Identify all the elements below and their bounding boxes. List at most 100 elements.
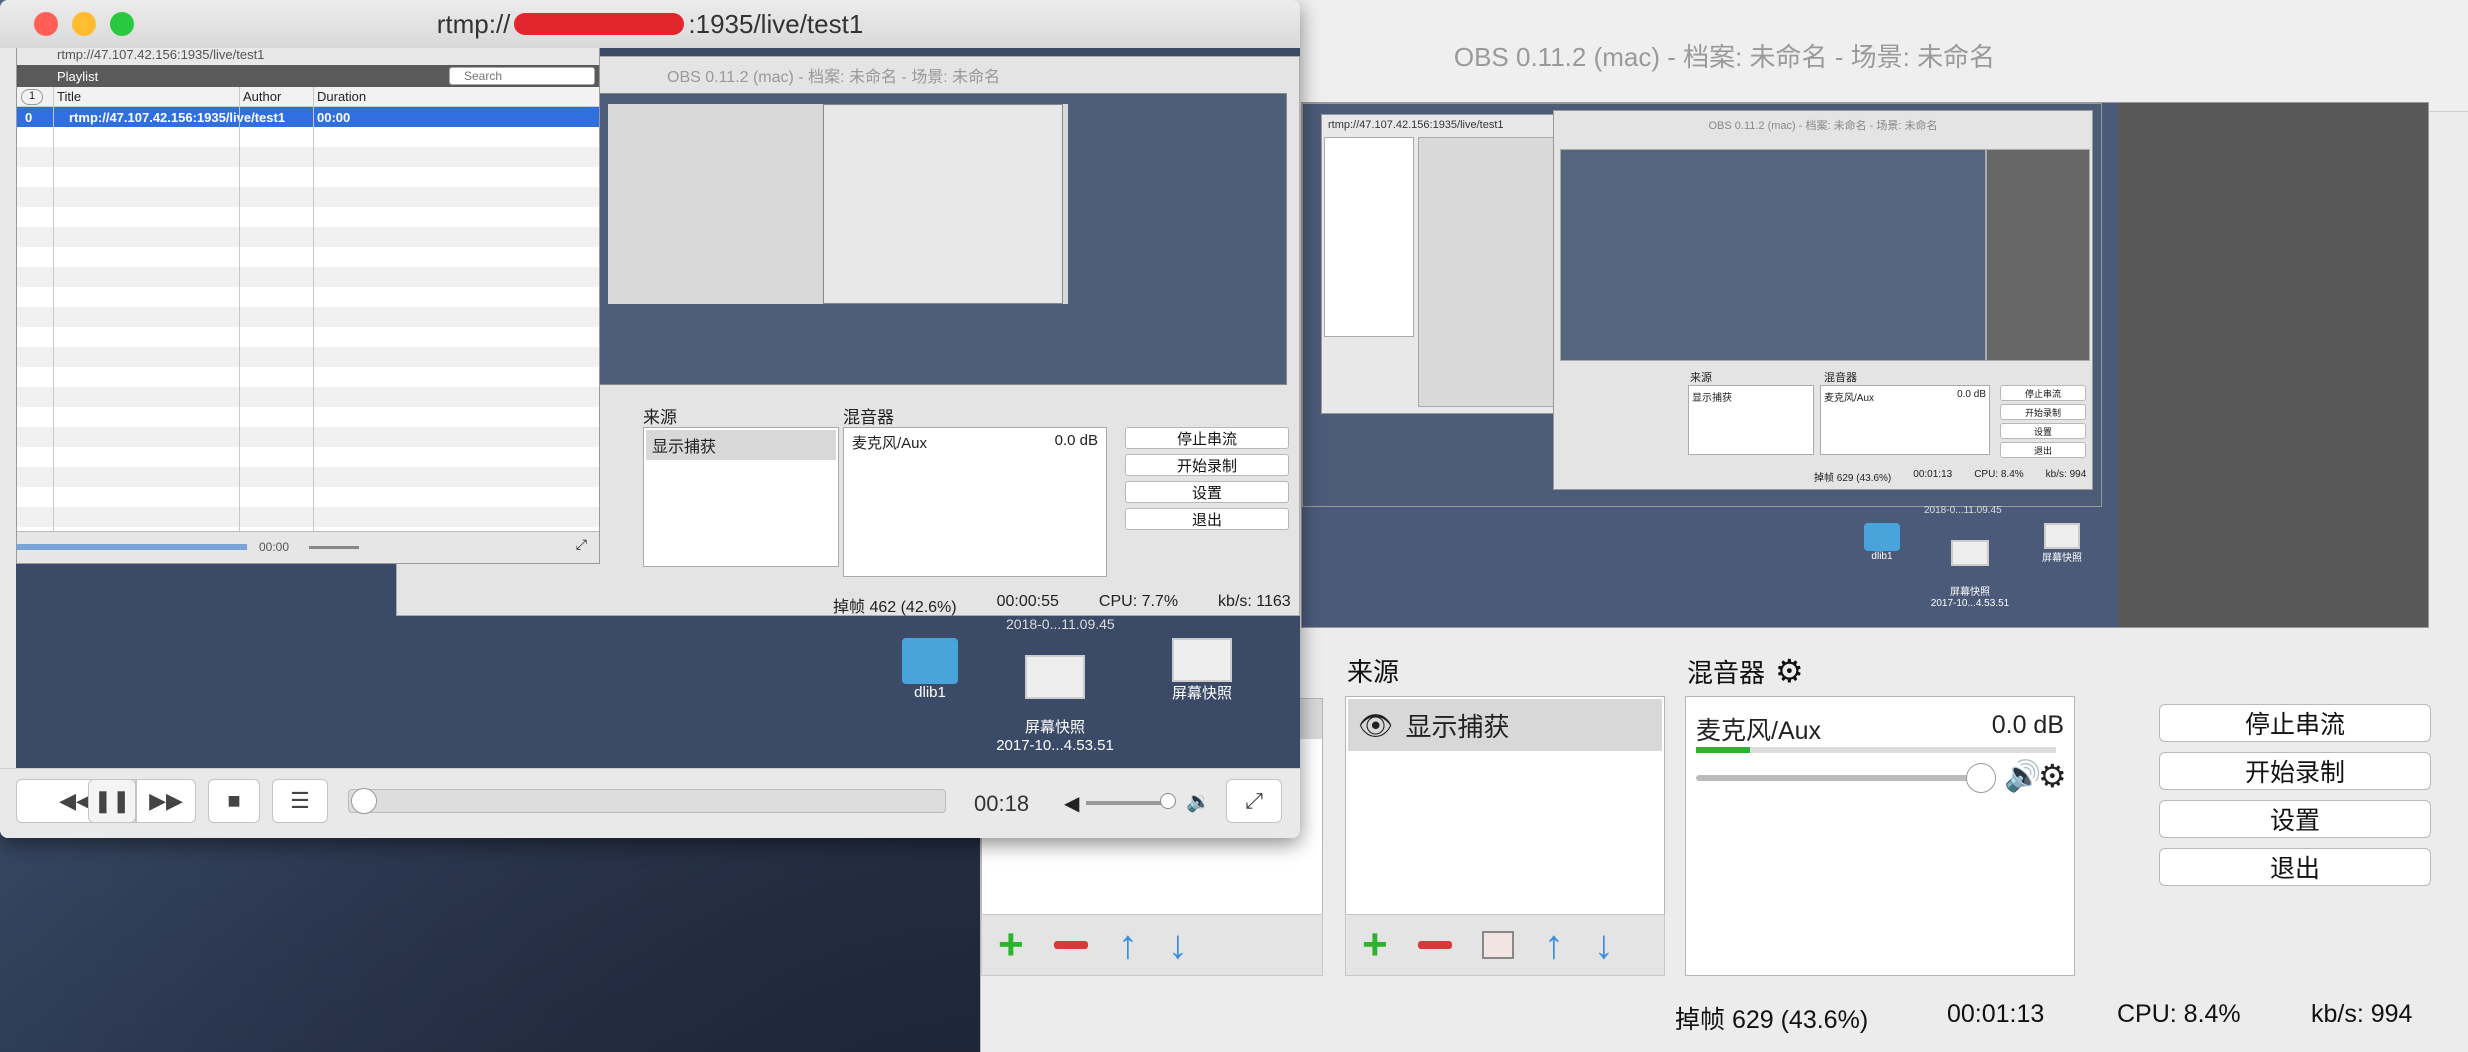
playlist-column-headers: 1 Title Author Duration [17,87,599,107]
playlist-row-duration: 00:00 [317,110,351,125]
remove-scene-icon[interactable] [1053,941,1088,949]
playlist-empty-rows [17,127,599,531]
column-author[interactable]: Author [243,89,281,104]
nested-mixer-channel: 麦克风/Aux [1824,393,1875,404]
nested-sources-label: 来源 [1690,372,1712,384]
scenes-toolbar: + ↑ ↓ [981,914,1323,976]
exit-button[interactable]: 退出 [2159,848,2431,886]
fullscreen-button[interactable]: ⤢ [1226,779,1282,823]
inner-record-button: 开始录制 [1125,454,1289,476]
source-item-label: 显示捕获 [1405,711,1510,742]
playlist-search-input[interactable] [449,67,595,85]
nested-status-dropped: 掉帧 629 (43.6%) [1814,473,1892,484]
nested-mixer-db: 0.0 dB [1957,389,1986,400]
inner-status-bar: 掉帧 462 (42.6%) 00:00:55 CPU: 7.7% kb/s: … [833,593,1291,617]
col-divider [239,87,240,531]
nested-mixer-panel: 麦克风/Aux 0.0 dB [1820,385,1990,455]
scene-up-icon[interactable]: ↑ [1118,925,1138,965]
eye-icon[interactable]: 👁 [1358,709,1394,742]
stop-stream-button[interactable]: 停止串流 [2159,704,2431,742]
vlc-desk-top-label: 2018-0...11.09.45 [1006,616,1115,632]
volume-low-icon: ◀ [1064,793,1080,815]
playlist-progress[interactable] [17,544,247,550]
add-source-icon[interactable]: + [1362,923,1388,967]
inner-mixer-label: 混音器 [843,408,894,427]
status-dropped: 掉帧 629 (43.6%) [1675,1006,1869,1034]
mixer-gear-icon[interactable]: ⚙ [2038,757,2067,795]
nested-obs-window: OBS 0.11.2 (mac) - 档案: 未命名 - 场景: 未命名 来源 … [1553,110,2093,490]
nested-stop-button: 停止串流 [2000,385,2086,401]
start-record-button[interactable]: 开始录制 [2159,752,2431,790]
playlist-row[interactable]: 0 rtmp://47.107.42.156:1935/live/test1 0… [17,107,599,127]
nested-capture: rtmp://47.107.42.156:1935/live/test1 OBS… [1302,103,2102,507]
vlc-controls: ◀◀ ❚❚ ▶▶ ■ ☰ 00:18 ◀ 🔉 ⤢ [0,768,1300,838]
vlc-title-bar: rtmp:// :1935/live/test1 [0,0,1300,48]
settings-button[interactable]: 设置 [2159,800,2431,838]
inner-mixer-panel: 麦克风/Aux 0.0 dB [843,427,1107,577]
redacted-mark [514,13,685,35]
source-up-icon[interactable]: ↑ [1544,925,1564,965]
sources-label: 来源 [1347,657,1400,687]
inner-sources-label: 来源 [643,408,677,427]
nested-record-button: 开始录制 [2000,404,2086,420]
sources-toolbar: + ↑ ↓ [1345,914,1665,976]
column-title[interactable]: Title [57,89,81,104]
inner-source-item: 显示捕获 [646,430,836,460]
inner-obs-preview [597,93,1287,385]
nested-desktop-icon-screenshot2: 屏幕快照 [2022,523,2102,564]
playlist-toggle-button[interactable]: ☰ [272,779,328,823]
nested-status-bar: 掉帧 629 (43.6%) 00:01:13 CPU: 8.4% kb/s: … [1814,469,2086,484]
column-duration[interactable]: Duration [317,89,366,104]
vlc-desktop-icon-screenshot2: 屏幕快照 [1152,638,1252,703]
nested-playlist [1324,137,1414,337]
stop-icon: ■ [227,788,241,813]
stop-button[interactable]: ■ [208,779,260,823]
playlist-label: Playlist [57,68,99,84]
source-properties-icon[interactable] [1481,931,1514,959]
seek-bar[interactable] [348,788,946,814]
speaker-icon[interactable]: 🔊 [2004,759,2041,794]
playlist-fullscreen-icon[interactable]: ⤢ [576,536,587,553]
playlist-controls: 00:00 ⤢ [17,531,599,563]
close-window-icon[interactable] [34,12,58,36]
vlc-video-area: OBS 0.11.2 (mac) - 档案: 未命名 - 场景: 未命名 来源 … [16,48,1300,768]
zoom-window-icon[interactable] [110,12,134,36]
add-scene-icon[interactable]: + [998,923,1024,967]
gear-icon[interactable]: ⚙ [1775,652,1804,690]
inner-status-dropped: 掉帧 462 (42.6%) [833,599,957,616]
audio-level-meter [1696,747,2056,753]
forward-button[interactable]: ▶▶ [136,779,196,823]
volume-slider[interactable] [1696,775,1976,781]
inner-mixer-db: 0.0 dB [1054,432,1098,449]
vlc-desktop-icon-dlib1: dlib1 [880,638,980,701]
list-icon: ☰ [290,788,310,813]
nested-exit-button: 退出 [2000,442,2086,458]
mixer-panel: 麦克风/Aux 0.0 dB 🔊 ⚙ [1685,696,2075,976]
volume-slider-knob[interactable] [1966,763,1996,793]
volume-knob-vlc[interactable] [1160,793,1176,809]
vlc-time: 00:18 [974,791,1030,816]
seek-bar-knob[interactable] [351,788,377,814]
inner-stop-button: 停止串流 [1125,427,1289,449]
status-cpu: CPU: 8.4% [2117,1000,2241,1028]
scene-down-icon[interactable]: ↓ [1168,925,1188,965]
volume-slider-vlc[interactable] [1086,793,1176,809]
vlc-window: rtmp:// :1935/live/test1 OBS 0.11.2 (mac… [0,0,1300,838]
source-item[interactable]: 👁 显示捕获 [1348,699,1662,751]
playlist-time: 00:00 [259,540,290,554]
source-down-icon[interactable]: ↓ [1594,925,1614,965]
mixer-channel-label: 麦克风/Aux [1696,717,1822,745]
playlist-row-title: rtmp://47.107.42.156:1935/live/test1 [69,110,286,125]
minimize-window-icon[interactable] [72,12,96,36]
inner-sources-panel: 显示捕获 [643,427,839,567]
pause-button[interactable]: ❚❚ [88,779,136,823]
nested-mixer-label: 混音器 [1824,372,1857,384]
nested-status-time: 00:01:13 [1913,469,1953,480]
remove-source-icon[interactable] [1417,941,1452,949]
nested-sources-panel: 显示捕获 [1688,385,1814,455]
nested-obs-dark [1986,149,2090,361]
vlc-desktop-icon-screenshot: 屏幕快照 2017-10...4.53.51 [990,638,1120,768]
mixer-label: 混音器 [1687,657,1766,688]
status-kbs: kb/s: 994 [2311,1000,2413,1028]
playlist-volume[interactable] [309,546,359,549]
